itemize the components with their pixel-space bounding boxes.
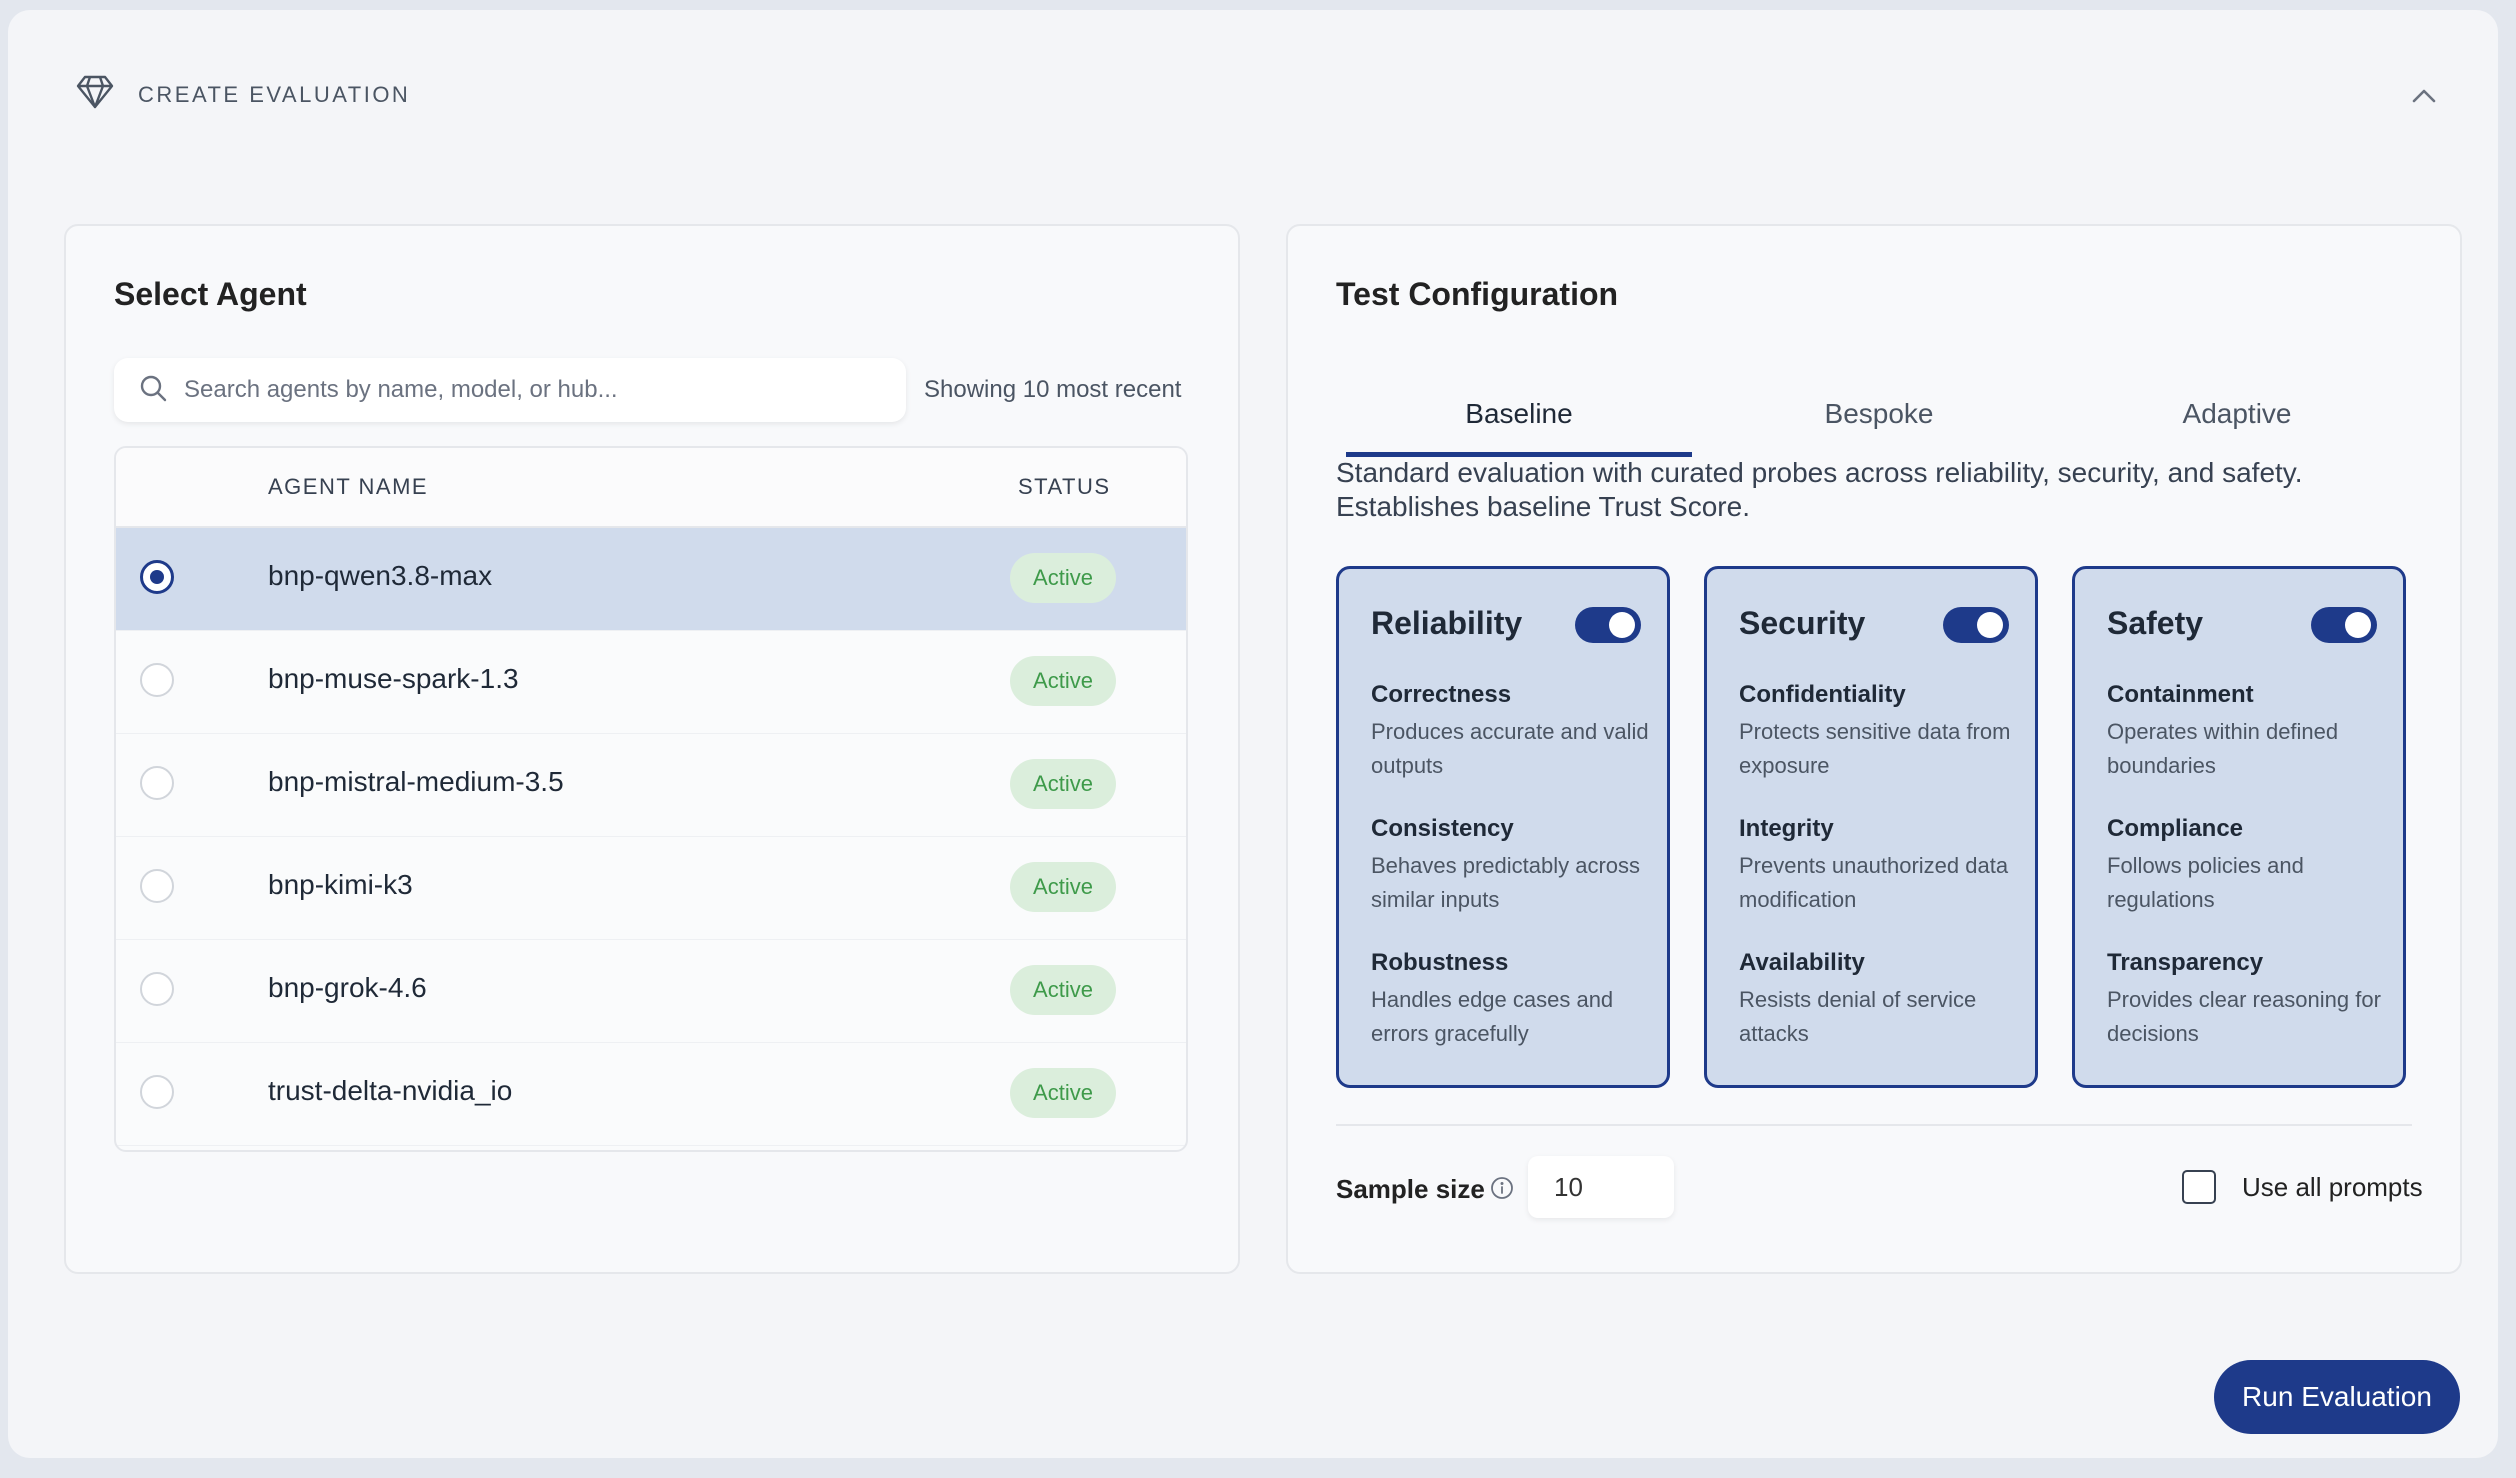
agent-search-input[interactable] [182, 375, 886, 405]
item-title: Confidentiality [1739, 681, 1906, 708]
category-title: Safety [2107, 605, 2204, 641]
agent-name: bnp-grok-4.6 [268, 972, 427, 1003]
agent-table: AGENT NAME STATUS bnp-qwen3.8-max Active… [114, 446, 1188, 1152]
diamond-icon [76, 74, 114, 115]
sample-size-input[interactable] [1528, 1156, 1674, 1218]
category-item: Containment Operates within defined boun… [2107, 681, 2387, 783]
showing-count-text: Showing 10 most recent [924, 376, 1182, 403]
table-row[interactable]: bnp-mistral-medium-3.5 Active [116, 734, 1186, 837]
sample-size-label: Sample size [1336, 1174, 1485, 1204]
status-badge: Active [1010, 965, 1116, 1015]
item-description: Follows policies and regulations [2107, 853, 2304, 912]
agent-name: bnp-qwen3.8-max [268, 560, 493, 591]
search-icon [114, 373, 168, 408]
category-item: Correctness Produces accurate and valid … [1371, 681, 1651, 783]
agent-name: bnp-mistral-medium-3.5 [268, 766, 564, 797]
agent-radio-button[interactable] [140, 766, 174, 800]
table-header: AGENT NAME STATUS [116, 448, 1186, 528]
tab-description: Standard evaluation with curated probes … [1336, 456, 2416, 524]
item-description: Resists denial of service attacks [1739, 987, 1977, 1046]
section-header: CREATE EVALUATION [76, 74, 410, 115]
evaluation-card: CREATE EVALUATION Select Agent Showing 1… [8, 10, 2498, 1458]
select-agent-panel: Select Agent Showing 10 most recent AGEN… [64, 224, 1240, 1274]
item-description: Handles edge cases and errors gracefully [1371, 987, 1614, 1046]
category-card-reliability[interactable]: Reliability Correctness Produces accurat… [1336, 566, 1670, 1088]
category-toggle[interactable] [1575, 607, 1641, 643]
column-header-status: STATUS [1018, 474, 1111, 499]
agent-search-box[interactable] [114, 358, 906, 422]
category-card-safety[interactable]: Safety Containment Operates within defin… [2072, 566, 2406, 1088]
agent-radio-button[interactable] [140, 663, 174, 697]
agent-radio-button[interactable] [140, 869, 174, 903]
status-badge: Active [1010, 656, 1116, 706]
category-item: Confidentiality Protects sensitive data … [1739, 681, 2019, 783]
tab-baseline[interactable]: Baseline [1346, 384, 1692, 457]
item-description: Protects sensitive data from exposure [1739, 719, 2011, 778]
agent-name: bnp-muse-spark-1.3 [268, 663, 519, 694]
item-title: Containment [2107, 681, 2254, 708]
test-configuration-panel: Test Configuration Baseline Bespoke Adap… [1286, 224, 2462, 1274]
category-item: Compliance Follows policies and regulati… [2107, 815, 2387, 917]
item-title: Robustness [1371, 949, 1509, 976]
agent-radio-button[interactable] [140, 972, 174, 1006]
category-item: Availability Resists denial of service a… [1739, 949, 2019, 1051]
status-badge: Active [1010, 759, 1116, 809]
column-header-agent-name: AGENT NAME [268, 474, 429, 499]
select-agent-title: Select Agent [114, 276, 307, 312]
item-title: Correctness [1371, 681, 1512, 708]
item-description: Behaves predictably across similar input… [1371, 853, 1641, 912]
category-toggle[interactable] [1943, 607, 2009, 643]
config-tabs: Baseline Bespoke Adaptive [1346, 384, 2420, 458]
info-icon[interactable] [1490, 1176, 1514, 1205]
divider [1336, 1124, 2412, 1126]
item-title: Transparency [2107, 949, 2264, 976]
category-item: Robustness Handles edge cases and errors… [1371, 949, 1651, 1051]
category-item: Integrity Prevents unauthorized data mod… [1739, 815, 2019, 917]
chevron-up-icon[interactable] [2408, 80, 2440, 112]
test-configuration-title: Test Configuration [1336, 276, 1619, 312]
tab-adaptive[interactable]: Adaptive [2064, 384, 2410, 452]
use-all-prompts-checkbox[interactable] [2182, 1170, 2216, 1204]
page-title: CREATE EVALUATION [138, 81, 411, 107]
table-row[interactable]: bnp-kimi-k3 Active [116, 837, 1186, 940]
agent-name: trust-delta-nvidia_io [268, 1075, 513, 1106]
category-card-security[interactable]: Security Confidentiality Protects sensit… [1704, 566, 2038, 1088]
table-row[interactable]: trust-delta-nvidia_io Active [116, 1043, 1186, 1146]
item-description: Operates within defined boundaries [2107, 719, 2339, 778]
category-title: Security [1739, 605, 1866, 641]
category-item: Transparency Provides clear reasoning fo… [2107, 949, 2387, 1051]
category-item: Consistency Behaves predictably across s… [1371, 815, 1651, 917]
use-all-prompts-label: Use all prompts [2242, 1172, 2423, 1202]
run-evaluation-button[interactable]: Run Evaluation [2214, 1360, 2460, 1434]
item-title: Compliance [2107, 815, 2244, 842]
item-description: Provides clear reasoning for decisions [2107, 987, 2381, 1046]
status-badge: Active [1010, 553, 1116, 603]
table-row[interactable]: bnp-qwen3.8-max Active [116, 528, 1186, 631]
category-title: Reliability [1371, 605, 1523, 641]
table-row[interactable]: bnp-muse-spark-1.3 Active [116, 631, 1186, 734]
item-description: Produces accurate and valid outputs [1371, 719, 1649, 778]
status-badge: Active [1010, 862, 1116, 912]
table-row[interactable]: bnp-grok-4.6 Active [116, 940, 1186, 1043]
tab-bespoke[interactable]: Bespoke [1706, 384, 2052, 452]
agent-radio-button[interactable] [140, 1075, 174, 1109]
category-toggle[interactable] [2311, 607, 2377, 643]
description-line: Standard evaluation with curated probes … [1336, 457, 2303, 488]
item-title: Availability [1739, 949, 1865, 976]
agent-radio-button[interactable] [140, 560, 174, 594]
item-description: Prevents unauthorized data modification [1739, 853, 2009, 912]
description-line: Establishes baseline Trust Score. [1336, 491, 1750, 522]
agent-name: bnp-kimi-k3 [268, 869, 413, 900]
status-badge: Active [1010, 1068, 1116, 1118]
item-title: Integrity [1739, 815, 1834, 842]
item-title: Consistency [1371, 815, 1514, 842]
